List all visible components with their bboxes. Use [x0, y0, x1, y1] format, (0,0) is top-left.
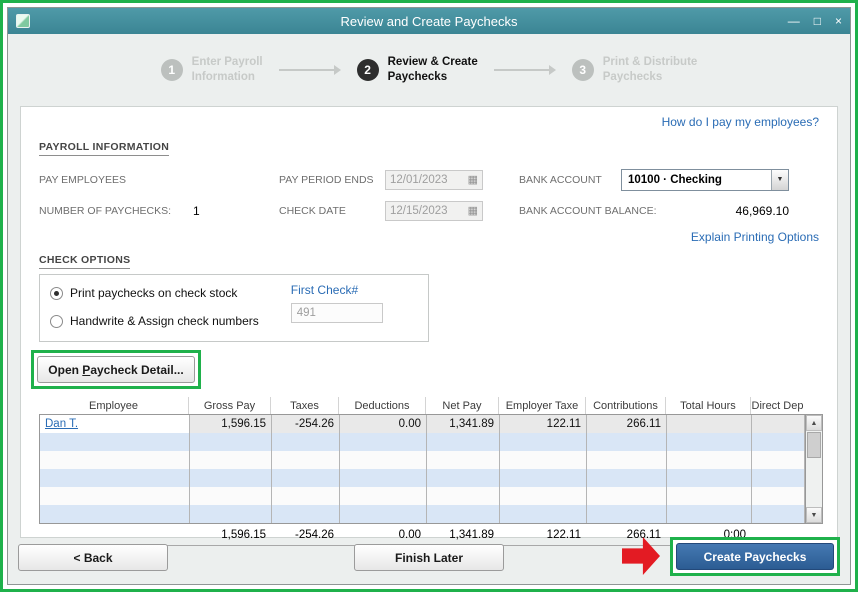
first-check-number-field[interactable]: 491 — [290, 303, 383, 323]
payroll-information-section: PAY EMPLOYEES NUMBER OF PAYCHECKS: 1 PAY… — [39, 164, 819, 226]
radio-selected-icon[interactable] — [50, 286, 63, 300]
titlebar: Review and Create Paychecks — □ × — [8, 8, 850, 34]
scroll-down-icon[interactable]: ▼ — [806, 507, 822, 523]
radio-print-on-check-stock[interactable]: Print paychecks on check stock — [50, 283, 259, 303]
check-options-title: CHECK OPTIONS — [39, 254, 131, 269]
bank-balance-value: 46,969.10 — [735, 203, 789, 218]
maximize-button[interactable]: □ — [814, 8, 821, 34]
step-2-label: Review & Create Paychecks — [387, 56, 478, 83]
annotated-screenshot: Review and Create Paychecks — □ × 1 Ente… — [0, 0, 858, 592]
vertical-scrollbar[interactable]: ▲ ▼ — [805, 415, 822, 523]
scrollbar-thumb[interactable] — [807, 432, 821, 458]
green-annotation-open-detail: Open Paycheck Detail... — [31, 350, 201, 389]
close-button[interactable]: × — [835, 8, 842, 34]
red-arrow-annotation — [622, 537, 660, 575]
green-annotation-create: Create Paychecks — [670, 537, 840, 576]
cell-deductions: 0.00 — [340, 415, 427, 433]
cell-taxes: -254.26 — [272, 415, 340, 433]
minimize-button[interactable]: — — [788, 8, 800, 34]
table-header: Employee Gross Pay Taxes Deductions Net … — [39, 397, 823, 414]
step-3-circle: 3 — [571, 59, 594, 81]
empty-table-row — [40, 505, 805, 523]
step-print-distribute: 3 Print & Distribute Paychecks — [571, 55, 698, 85]
scroll-up-icon[interactable]: ▲ — [806, 415, 822, 431]
back-button[interactable]: < Back — [18, 544, 168, 571]
empty-table-row — [40, 451, 805, 469]
wizard-steps: 1 Enter Payroll Information 2 Review & C… — [8, 34, 850, 106]
first-check-number-label: First Check# — [290, 283, 359, 297]
main-panel: How do I pay my employees? PAYROLL INFOR… — [20, 106, 838, 546]
column-header-contributions: Contributions — [586, 397, 666, 414]
step-1-label: Enter Payroll Information — [191, 56, 263, 83]
check-options-section: Print paychecks on check stock Handwrite… — [39, 274, 429, 342]
empty-table-row — [40, 469, 805, 487]
radio-unselected-icon[interactable] — [50, 314, 63, 328]
step-arrow-icon — [493, 65, 556, 75]
bank-account-label: BANK ACCOUNT — [519, 173, 602, 186]
calendar-icon[interactable]: ▦ — [468, 204, 478, 217]
open-paycheck-detail-button[interactable]: Open Paycheck Detail... — [37, 356, 195, 383]
pay-employees-label: PAY EMPLOYEES — [39, 173, 126, 186]
window-title: Review and Create Paychecks — [340, 13, 518, 29]
cell-direct-deposit — [752, 415, 805, 433]
step-1-circle: 1 — [160, 59, 183, 81]
footer: < Back Finish Later Create Paychecks — [8, 536, 850, 584]
how-do-i-pay-link[interactable]: How do I pay my employees? — [39, 115, 819, 129]
column-header-total-hours: Total Hours — [666, 397, 751, 414]
check-date-label: CHECK DATE — [279, 204, 346, 217]
bank-balance-label: BANK ACCOUNT BALANCE: — [519, 204, 657, 217]
step-review-create: 2 Review & Create Paychecks — [356, 55, 478, 85]
pay-period-ends-field[interactable]: 12/01/2023 ▦ — [385, 169, 483, 190]
column-header-taxes: Taxes — [271, 397, 339, 414]
table-body: Dan T. 1,596.15 -254.26 0.00 1,341.89 12… — [39, 414, 823, 524]
number-of-paychecks-label: NUMBER OF PAYCHECKS: — [39, 204, 172, 217]
column-header-employer-taxes: Employer Taxe — [499, 397, 586, 414]
step-3-label: Print & Distribute Paychecks — [602, 56, 698, 83]
review-create-paychecks-window: Review and Create Paychecks — □ × 1 Ente… — [7, 7, 851, 585]
finish-later-button[interactable]: Finish Later — [354, 544, 504, 571]
number-of-paychecks-value: 1 — [193, 203, 200, 218]
step-enter-payroll: 1 Enter Payroll Information — [160, 55, 263, 85]
bank-account-dropdown[interactable]: 10100 · Checking ▼ — [621, 168, 789, 191]
step-arrow-icon — [278, 65, 341, 75]
cell-employer-taxes: 122.11 — [500, 415, 587, 433]
calendar-icon[interactable]: ▦ — [468, 173, 478, 186]
empty-table-row — [40, 433, 805, 451]
cell-net-pay: 1,341.89 — [427, 415, 500, 433]
empty-table-row — [40, 487, 805, 505]
employee-link[interactable]: Dan T. — [45, 418, 78, 430]
paychecks-table: Employee Gross Pay Taxes Deductions Net … — [39, 397, 823, 546]
check-date-field[interactable]: 12/15/2023 ▦ — [385, 200, 483, 221]
column-header-deductions: Deductions — [339, 397, 426, 414]
pay-period-ends-label: PAY PERIOD ENDS — [279, 173, 374, 186]
radio-handwrite-assign[interactable]: Handwrite & Assign check numbers — [50, 311, 259, 331]
column-header-net-pay: Net Pay — [426, 397, 499, 414]
column-header-employee: Employee — [39, 397, 189, 414]
column-header-direct-deposit: Direct Dep — [751, 399, 804, 412]
create-paychecks-button[interactable]: Create Paychecks — [676, 543, 834, 570]
chevron-down-icon[interactable]: ▼ — [771, 169, 788, 190]
column-header-gross-pay: Gross Pay — [189, 397, 271, 414]
payroll-information-title: PAYROLL INFORMATION — [39, 141, 170, 156]
cell-gross-pay: 1,596.15 — [190, 415, 272, 433]
explain-printing-options-link[interactable]: Explain Printing Options — [39, 230, 819, 244]
table-row: Dan T. 1,596.15 -254.26 0.00 1,341.89 12… — [40, 415, 805, 433]
cell-contributions: 266.11 — [587, 415, 667, 433]
cell-total-hours — [667, 415, 752, 433]
step-2-circle: 2 — [356, 59, 379, 81]
